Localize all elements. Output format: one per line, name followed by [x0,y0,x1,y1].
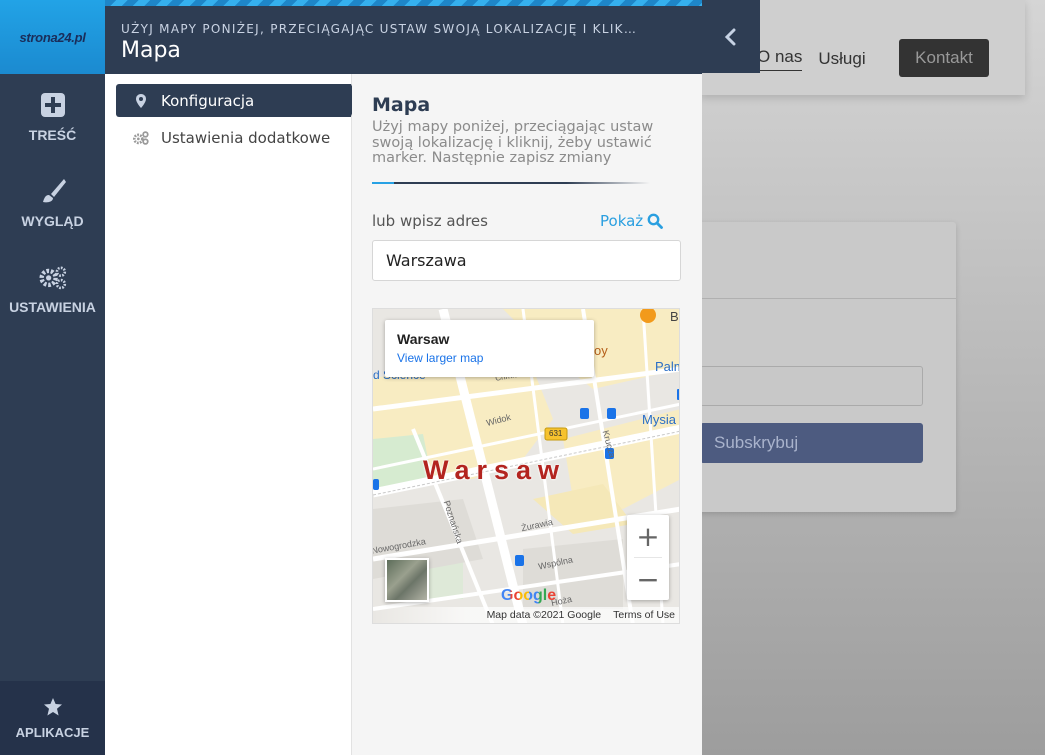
rail-item-label: WYGLĄD [21,213,84,229]
rail-item-label: TREŚĆ [28,127,77,143]
modal-title: Mapa [121,38,181,63]
rail-item-tresc[interactable]: TREŚĆ [0,74,105,160]
attribution-text: Map data ©2021 Google [486,609,602,621]
bg-newsletter-input [700,366,923,406]
show-label: Pokaż [600,212,644,230]
star-icon [43,697,62,715]
modal-nav: Konfiguracja Ustawienia dodatkowe [105,74,358,755]
plus-square-icon [40,93,65,117]
bg-nav-item-uslugi: Usługi [818,49,866,68]
chevron-left-icon [724,28,736,45]
bg-contact-button: Kontakt [899,39,989,77]
gears-icon [133,130,149,145]
poi-label: oy [594,343,608,358]
google-logo-text: Google [501,587,557,604]
section-divider [372,182,650,184]
view-larger-map-link[interactable]: View larger map [397,351,582,365]
background-nav: O nas Usługi [757,47,866,71]
bg-nav-item-o-nas: O nas [757,47,803,71]
map-info-card: Warsaw View larger map [385,320,594,377]
poi-label: Palm [655,359,679,374]
poi-label: Bu [670,309,679,324]
map-pin-icon [136,93,146,108]
rail-item-ustawienia[interactable]: USTAWIENIA [0,246,105,332]
brush-icon [42,179,66,203]
rail-item-aplikacje[interactable]: APLIKACJE [0,681,105,755]
map-city-label: Warsaw [423,455,567,485]
rail-item-wyglad[interactable]: WYGLĄD [0,160,105,246]
modal-header: UŻYJ MAPY PONIŻEJ, PRZECIĄGAJĄC USTAW SW… [105,0,702,74]
bg-subscribe-button: Subskrybuj [700,423,923,463]
satellite-toggle-button[interactable] [385,558,429,602]
rail-item-label: USTAWIENIA [9,299,96,315]
logo-text: strona24.pl [19,29,86,45]
modal-content: Mapa Użyj mapy poniżej, przeciągając ust… [352,74,702,755]
search-icon [647,213,664,229]
map-zoom-control: + − [627,515,669,600]
road-number: 631 [549,429,563,438]
modal-subtitle: UŻYJ MAPY PONIŻEJ, PRZECIĄGAJĄC USTAW SW… [121,22,638,36]
google-map[interactable]: Bu Palm Mysia oy d Science 631 Widok Kru… [372,308,680,624]
show-address-button[interactable]: Pokaż [600,212,664,230]
address-input[interactable] [372,240,681,281]
google-logo: Google [501,587,556,605]
app-rail: strona24.pl TREŚĆ WYGLĄD USTAWIENIA APLI… [0,0,105,755]
section-description: Użyj mapy poniżej, przeciągając ustaw sw… [372,119,654,166]
poi-label: Mysia [642,412,676,427]
map-info-city: Warsaw [397,331,450,347]
rail-item-label: APLIKACJE [15,724,90,740]
section-title: Mapa [372,94,431,116]
gears-icon [38,266,66,290]
zoom-out-button[interactable]: − [627,558,669,600]
address-label: lub wpisz adres [372,212,488,230]
terms-of-use-link[interactable]: Terms of Use [613,609,675,621]
bg-card-divider [690,298,956,299]
collapse-panel-button[interactable] [702,0,760,73]
logo[interactable]: strona24.pl [0,0,105,74]
nav-item-label: Ustawienia dodatkowe [161,128,331,147]
map-attribution: Map data ©2021 Google Terms of Use [373,607,679,623]
nav-item-label: Konfiguracja [161,91,255,110]
nav-item-konfiguracja[interactable]: Konfiguracja [116,84,358,117]
zoom-in-button[interactable]: + [627,515,669,557]
header-stripes [105,0,702,6]
nav-item-ustawienia-dodatkowe[interactable]: Ustawienia dodatkowe [116,121,351,154]
